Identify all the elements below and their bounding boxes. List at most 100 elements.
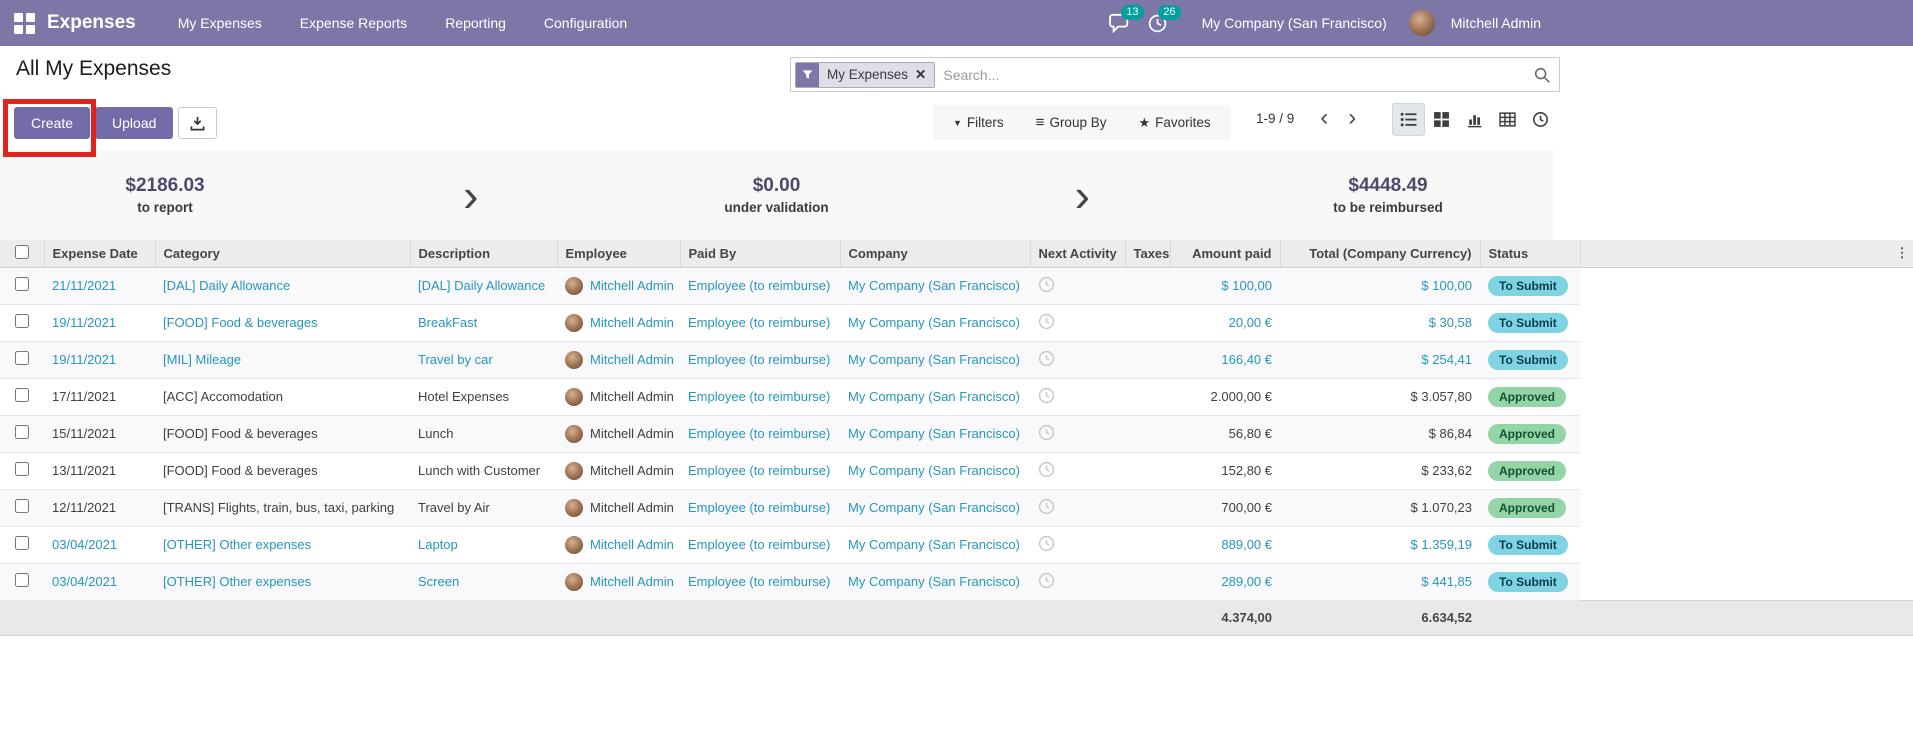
total-cell[interactable]: $ 254,41 [1280, 341, 1480, 379]
column-header-expense-date[interactable]: Expense Date [44, 240, 156, 268]
expense-date-cell[interactable]: 03/04/2021 [44, 563, 155, 601]
total-cell[interactable]: $ 1.070,23 [1280, 489, 1480, 527]
activities-button[interactable]: 26 [1147, 4, 1181, 34]
taxes-cell[interactable] [1125, 267, 1170, 305]
row-checkbox[interactable] [15, 536, 29, 550]
menu-item-reporting[interactable]: Reporting [445, 15, 506, 31]
pager-next-icon[interactable]: › [1340, 106, 1364, 130]
kanban-view-button[interactable] [1425, 103, 1458, 136]
pager-previous-icon[interactable]: ‹ [1312, 106, 1336, 130]
employee-cell[interactable]: Mitchell Admin [557, 415, 680, 453]
status-cell[interactable]: To Submit [1480, 563, 1580, 601]
expense-date-cell[interactable]: 12/11/2021 [44, 489, 155, 527]
select-all-checkbox[interactable] [14, 244, 29, 259]
paid-by-cell[interactable]: Employee (to reimburse) [680, 452, 840, 490]
user-avatar[interactable] [1408, 10, 1435, 36]
paid-by-cell[interactable]: Employee (to reimburse) [680, 267, 840, 305]
status-cell[interactable]: To Submit [1480, 304, 1580, 342]
category-cell[interactable]: [MIL] Mileage [155, 341, 410, 379]
row-checkbox[interactable] [15, 462, 29, 476]
company-cell[interactable]: My Company (San Francisco) [840, 267, 1030, 305]
description-cell[interactable]: Lunch [410, 415, 557, 453]
apps-menu-icon[interactable] [14, 12, 35, 34]
taxes-cell[interactable] [1125, 378, 1170, 416]
row-checkbox[interactable] [15, 351, 29, 365]
description-cell[interactable]: Lunch with Customer [410, 452, 557, 490]
expense-date-cell[interactable]: 17/11/2021 [44, 378, 155, 416]
total-cell[interactable]: $ 100,00 [1280, 267, 1480, 305]
employee-cell[interactable]: Mitchell Admin [557, 489, 680, 527]
expense-date-cell[interactable]: 13/11/2021 [44, 452, 155, 490]
company-cell[interactable]: My Company (San Francisco) [840, 415, 1030, 453]
category-cell[interactable]: [FOOD] Food & beverages [155, 452, 410, 490]
column-header-paid-by[interactable]: Paid By [680, 240, 841, 268]
employee-cell[interactable]: Mitchell Admin [557, 526, 680, 564]
search-input[interactable] [943, 66, 1533, 83]
company-cell[interactable]: My Company (San Francisco) [840, 563, 1030, 601]
status-cell[interactable]: Approved [1480, 415, 1580, 453]
status-cell[interactable]: To Submit [1480, 526, 1580, 564]
company-cell[interactable]: My Company (San Francisco) [840, 489, 1030, 527]
next-activity-cell[interactable] [1030, 563, 1125, 601]
next-activity-cell[interactable] [1030, 304, 1125, 342]
description-cell[interactable]: Hotel Expenses [410, 378, 557, 416]
status-cell[interactable]: To Submit [1480, 267, 1580, 305]
table-row[interactable]: 12/11/2021 [TRANS] Flights, train, bus, … [0, 489, 1913, 527]
company-cell[interactable]: My Company (San Francisco) [840, 526, 1030, 564]
column-header-employee[interactable]: Employee [557, 240, 681, 268]
pivot-view-button[interactable] [1491, 103, 1524, 136]
amount-paid-cell[interactable]: 56,80 € [1170, 415, 1280, 453]
menu-item-configuration[interactable]: Configuration [544, 15, 627, 31]
employee-cell[interactable]: Mitchell Admin [557, 341, 680, 379]
row-checkbox[interactable] [15, 573, 29, 587]
next-activity-cell[interactable] [1030, 452, 1125, 490]
column-header-next-activity[interactable]: Next Activity [1030, 240, 1126, 268]
employee-cell[interactable]: Mitchell Admin [557, 267, 680, 305]
category-cell[interactable]: [FOOD] Food & beverages [155, 304, 410, 342]
taxes-cell[interactable] [1125, 452, 1170, 490]
amount-paid-cell[interactable]: 700,00 € [1170, 489, 1280, 527]
messages-button[interactable]: 13 [1108, 5, 1144, 33]
next-activity-cell[interactable] [1030, 378, 1125, 416]
category-cell[interactable]: [FOOD] Food & beverages [155, 415, 410, 453]
company-switcher[interactable]: My Company (San Francisco) [1202, 15, 1387, 31]
column-header-taxes[interactable]: Taxes [1125, 240, 1171, 268]
employee-cell[interactable]: Mitchell Admin [557, 452, 680, 490]
status-cell[interactable]: Approved [1480, 378, 1580, 416]
amount-paid-cell[interactable]: 166,40 € [1170, 341, 1280, 379]
expense-date-cell[interactable]: 15/11/2021 [44, 415, 155, 453]
create-button[interactable]: Create [14, 107, 91, 139]
favorites-button[interactable]: ★ Favorites [1138, 114, 1210, 131]
category-cell[interactable]: [OTHER] Other expenses [155, 526, 410, 564]
menu-item-expense-reports[interactable]: Expense Reports [300, 15, 407, 31]
employee-cell[interactable]: Mitchell Admin [557, 378, 680, 416]
paid-by-cell[interactable]: Employee (to reimburse) [680, 341, 840, 379]
row-checkbox[interactable] [15, 425, 29, 439]
column-header-amount-paid[interactable]: Amount paid [1170, 240, 1281, 268]
facet-remove-icon[interactable]: ✕ [915, 67, 926, 83]
table-row[interactable]: 03/04/2021 [OTHER] Other expenses Screen… [0, 563, 1913, 601]
next-activity-cell[interactable] [1030, 341, 1125, 379]
description-cell[interactable]: BreakFast [410, 304, 557, 342]
amount-paid-cell[interactable]: 152,80 € [1170, 452, 1280, 490]
amount-paid-cell[interactable]: 20,00 € [1170, 304, 1280, 342]
paid-by-cell[interactable]: Employee (to reimburse) [680, 489, 840, 527]
total-cell[interactable]: $ 233,62 [1280, 452, 1480, 490]
paid-by-cell[interactable]: Employee (to reimburse) [680, 378, 840, 416]
activity-view-button[interactable] [1524, 103, 1557, 136]
employee-cell[interactable]: Mitchell Admin [557, 563, 680, 601]
search-icon[interactable] [1533, 66, 1551, 84]
column-header-category[interactable]: Category [155, 240, 411, 268]
row-checkbox[interactable] [15, 388, 29, 402]
next-activity-cell[interactable] [1030, 267, 1125, 305]
column-header-total-company-currency[interactable]: Total (Company Currency) [1280, 240, 1481, 268]
table-row[interactable]: 13/11/2021 [FOOD] Food & beverages Lunch… [0, 452, 1913, 490]
list-view-button[interactable] [1392, 103, 1425, 136]
total-cell[interactable]: $ 441,85 [1280, 563, 1480, 601]
user-menu[interactable]: Mitchell Admin [1451, 15, 1541, 31]
company-cell[interactable]: My Company (San Francisco) [840, 341, 1030, 379]
category-cell[interactable]: [TRANS] Flights, train, bus, taxi, parki… [155, 489, 410, 527]
status-cell[interactable]: Approved [1480, 452, 1580, 490]
column-header-company[interactable]: Company [840, 240, 1031, 268]
upload-button[interactable]: Upload [95, 107, 174, 139]
